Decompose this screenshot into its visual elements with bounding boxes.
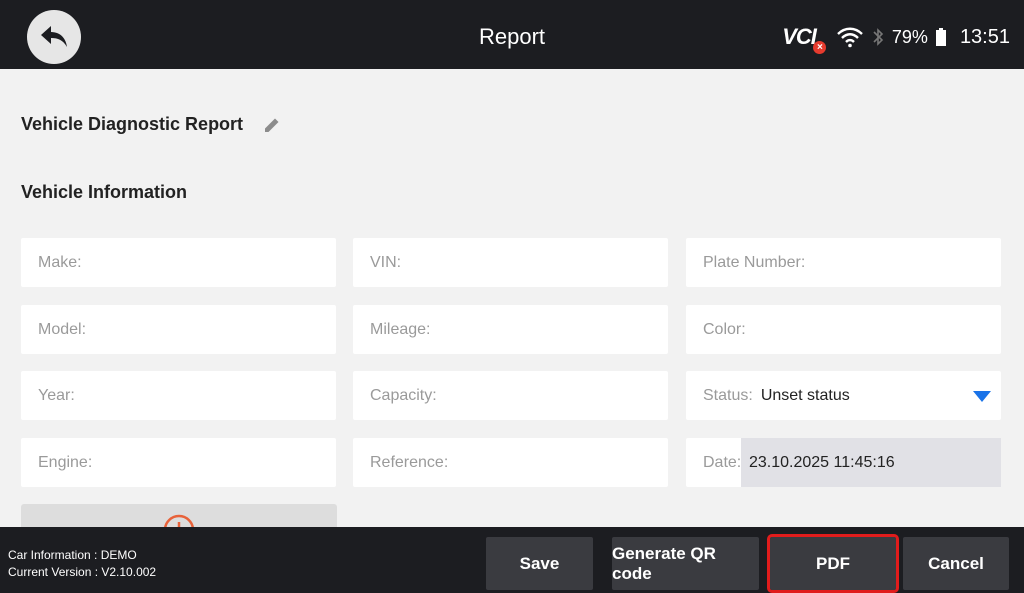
top-bar: Report VCI × 79% 13:51 [0, 0, 1024, 69]
status-area: VCI × 79% 13:51 [782, 22, 1010, 54]
vci-status: VCI × [782, 24, 826, 54]
dropdown-arrow-icon [973, 391, 991, 402]
reference-field[interactable]: Reference: [353, 438, 668, 487]
vci-label: VCI [782, 24, 817, 49]
edit-pencil-icon[interactable] [263, 116, 281, 134]
date-field[interactable]: Date: 23.10.2025 11:45:16 [686, 438, 1001, 487]
status-label: Status: [703, 386, 753, 404]
fault-summary-card[interactable] [21, 504, 337, 527]
battery-icon [935, 28, 946, 46]
back-button[interactable] [27, 10, 81, 64]
cancel-button[interactable]: Cancel [903, 537, 1009, 590]
battery-percent: 79% [891, 26, 928, 47]
clock: 13:51 [959, 25, 1010, 48]
status-value: Unset status [760, 386, 850, 404]
make-field[interactable]: Make: [21, 238, 336, 287]
bluetooth-icon [873, 28, 884, 46]
model-field[interactable]: Model: [21, 305, 336, 354]
date-value: 23.10.2025 11:45:16 [741, 438, 1001, 487]
capacity-label: Capacity: [370, 386, 437, 404]
mileage-label: Mileage: [370, 320, 431, 338]
year-label: Year: [38, 386, 75, 404]
save-button[interactable]: Save [486, 537, 593, 590]
capacity-field[interactable]: Capacity: [353, 371, 668, 420]
vci-disconnected-icon: × [812, 41, 826, 54]
vin-label: VIN: [370, 253, 402, 271]
generate-qr-code-button[interactable]: Generate QR code [612, 537, 759, 590]
back-arrow-icon [41, 26, 67, 47]
plate-number-field[interactable]: Plate Number: [686, 238, 1001, 287]
bottom-bar: Car Information : DEMO Current Version :… [0, 527, 1024, 593]
year-field[interactable]: Year: [21, 371, 336, 420]
engine-label: Engine: [38, 453, 93, 471]
wifi-icon [837, 27, 863, 48]
report-content: Vehicle Diagnostic Report Vehicle Inform… [0, 69, 1024, 527]
status-dropdown[interactable]: Status: Unset status [686, 371, 1001, 420]
car-info: Car Information : DEMO Current Version :… [8, 547, 156, 581]
pdf-button[interactable]: PDF [767, 534, 899, 593]
car-information-text: Car Information : DEMO [8, 548, 137, 562]
color-field[interactable]: Color: [686, 305, 1001, 354]
current-version-text: Current Version : V2.10.002 [8, 565, 157, 579]
alert-circle-icon [164, 514, 194, 527]
engine-field[interactable]: Engine: [21, 438, 336, 487]
reference-label: Reference: [370, 453, 449, 471]
report-title: Vehicle Diagnostic Report [21, 114, 244, 134]
vin-field[interactable]: VIN: [353, 238, 668, 287]
report-title-row: Vehicle Diagnostic Report [21, 114, 281, 135]
date-label: Date: [703, 453, 742, 471]
make-label: Make: [38, 253, 82, 271]
model-label: Model: [38, 320, 87, 338]
color-label: Color: [703, 320, 746, 338]
mileage-field[interactable]: Mileage: [353, 305, 668, 354]
plate-number-label: Plate Number: [703, 253, 806, 271]
section-title-vehicle-info: Vehicle Information [21, 182, 188, 202]
